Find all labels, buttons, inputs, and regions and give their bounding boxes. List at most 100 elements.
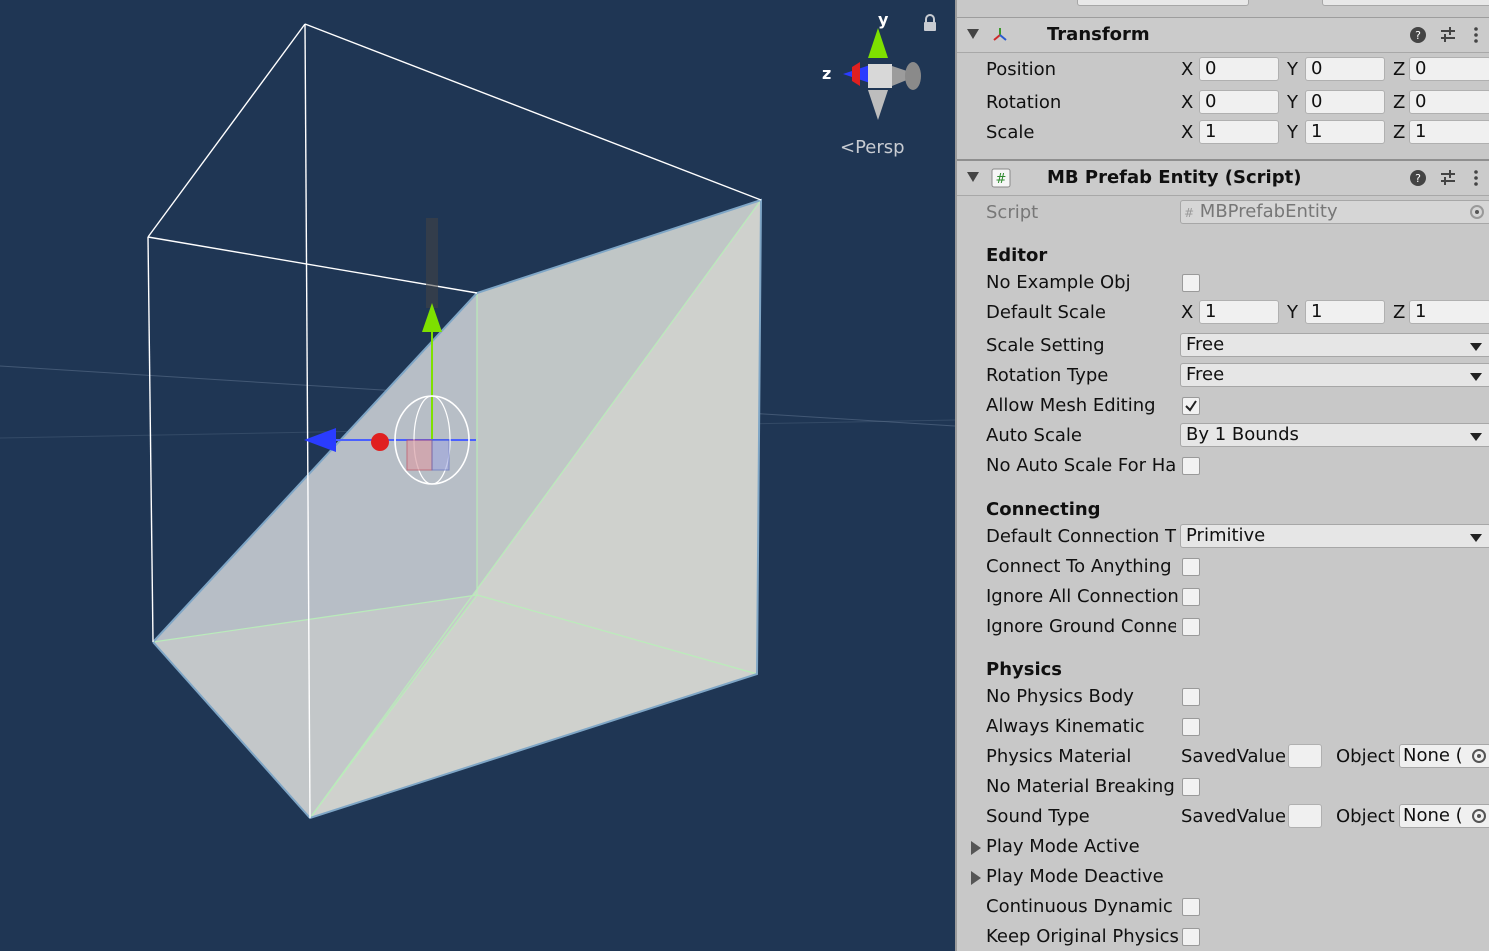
physics-material-object-field[interactable]: None ( bbox=[1399, 744, 1489, 768]
play-mode-deactive-label[interactable]: Play Mode Deactive bbox=[986, 866, 1164, 887]
tag-dropdown[interactable] bbox=[1077, 0, 1249, 6]
default-scale-z-field[interactable]: 1 bbox=[1409, 300, 1489, 324]
play-mode-active-row[interactable]: Play Mode Active bbox=[957, 832, 1489, 862]
lock-icon[interactable] bbox=[922, 14, 938, 32]
auto-scale-dropdown[interactable]: By 1 Bounds bbox=[1180, 423, 1489, 447]
object-label: Object bbox=[1336, 746, 1395, 767]
continuous-dynamic-checkbox[interactable] bbox=[1182, 898, 1200, 916]
transform-title: Transform bbox=[1047, 24, 1150, 45]
object-label: Object bbox=[1336, 806, 1395, 827]
position-label: Position bbox=[986, 59, 1057, 80]
always-kinematic-checkbox[interactable] bbox=[1182, 718, 1200, 736]
transform-icon bbox=[993, 28, 1007, 41]
projection-toggle[interactable]: <Persp bbox=[840, 137, 905, 158]
scale-z-field[interactable]: 1 bbox=[1409, 120, 1489, 144]
physics-material-object-value: None ( bbox=[1403, 745, 1463, 766]
scale-y-field[interactable]: 1 bbox=[1305, 120, 1385, 144]
no-auto-scale-checkbox[interactable] bbox=[1182, 457, 1200, 475]
connect-to-anything-row: Connect To Anything bbox=[957, 552, 1489, 582]
allow-mesh-editing-checkbox[interactable] bbox=[1182, 397, 1200, 415]
help-icon[interactable]: ? bbox=[1409, 26, 1427, 44]
dropdown-arrow-icon bbox=[1470, 343, 1482, 351]
script-file-icon: # bbox=[1184, 206, 1195, 220]
presets-icon[interactable] bbox=[1439, 169, 1457, 187]
default-scale-label: Default Scale bbox=[986, 302, 1106, 323]
object-picker-icon[interactable] bbox=[1472, 749, 1486, 763]
transform-header[interactable]: Transform ? bbox=[957, 17, 1489, 53]
position-x-field[interactable]: 0 bbox=[1199, 57, 1279, 81]
no-example-obj-checkbox[interactable] bbox=[1182, 274, 1200, 292]
ignore-all-connection-checkbox[interactable] bbox=[1182, 588, 1200, 606]
rotation-y-field[interactable]: 0 bbox=[1305, 90, 1385, 114]
connecting-section-title: Connecting bbox=[986, 499, 1101, 520]
sound-type-object-value: None ( bbox=[1403, 805, 1463, 826]
allow-mesh-editing-row: Allow Mesh Editing bbox=[957, 391, 1489, 421]
script-component-title: MB Prefab Entity (Script) bbox=[1047, 167, 1302, 188]
axis-y-label: Y bbox=[1287, 302, 1298, 323]
kebab-menu-icon[interactable] bbox=[1467, 26, 1485, 44]
dropdown-arrow-icon bbox=[1470, 433, 1482, 441]
physics-material-saved-field[interactable] bbox=[1288, 744, 1322, 768]
sound-type-label: Sound Type bbox=[986, 806, 1090, 827]
layer-dropdown[interactable] bbox=[1322, 0, 1489, 6]
sound-type-row: Sound Type SavedValue Object None ( bbox=[957, 802, 1489, 832]
physics-section-title: Physics bbox=[986, 659, 1063, 680]
presets-icon[interactable] bbox=[1439, 26, 1457, 44]
rotation-type-row: Rotation Type Free bbox=[957, 361, 1489, 391]
no-material-breaking-checkbox[interactable] bbox=[1182, 778, 1200, 796]
axis-z-label: Z bbox=[1393, 122, 1406, 143]
foldout-arrow-icon[interactable] bbox=[967, 172, 979, 182]
keep-original-physics-checkbox[interactable] bbox=[1182, 928, 1200, 946]
sound-type-object-field[interactable]: None ( bbox=[1399, 804, 1489, 828]
inspector-panel: Transform ? Position X 0 Y 0 Z 0 Rotatio… bbox=[955, 0, 1489, 951]
help-icon[interactable]: ? bbox=[1409, 169, 1427, 187]
scale-row: Scale X 1 Y 1 Z 1 bbox=[957, 118, 1489, 148]
no-physics-body-checkbox[interactable] bbox=[1182, 688, 1200, 706]
default-scale-row: Default Scale X 1 Y 1 Z 1 bbox=[957, 298, 1489, 328]
position-y-field[interactable]: 0 bbox=[1305, 57, 1385, 81]
scale-setting-dropdown[interactable]: Free bbox=[1180, 333, 1489, 357]
no-physics-body-label: No Physics Body bbox=[986, 686, 1134, 707]
rotation-z-field[interactable]: 0 bbox=[1409, 90, 1489, 114]
projection-label: Persp bbox=[855, 137, 905, 158]
scale-x-field[interactable]: 1 bbox=[1199, 120, 1279, 144]
default-connection-dropdown[interactable]: Primitive bbox=[1180, 524, 1489, 548]
sound-type-saved-field[interactable] bbox=[1288, 804, 1322, 828]
play-mode-deactive-row[interactable]: Play Mode Deactive bbox=[957, 862, 1489, 892]
scale-setting-label: Scale Setting bbox=[986, 335, 1105, 356]
physics-material-row: Physics Material SavedValue Object None … bbox=[957, 742, 1489, 772]
play-mode-active-label[interactable]: Play Mode Active bbox=[986, 836, 1140, 857]
no-auto-scale-row: No Auto Scale For Ha bbox=[957, 451, 1489, 481]
connect-to-anything-checkbox[interactable] bbox=[1182, 558, 1200, 576]
axis-x-label: X bbox=[1181, 122, 1194, 143]
axis-z-label: Z bbox=[1393, 92, 1406, 113]
scene-canvas[interactable] bbox=[0, 0, 955, 951]
axis-x-label: X bbox=[1181, 92, 1194, 113]
rotation-type-dropdown[interactable]: Free bbox=[1180, 363, 1489, 387]
script-component-header[interactable]: # MB Prefab Entity (Script) ? bbox=[957, 159, 1489, 196]
no-material-breaking-row: No Material Breaking bbox=[957, 772, 1489, 802]
keep-original-physics-label: Keep Original Physics bbox=[986, 926, 1179, 947]
expand-arrow-icon[interactable] bbox=[971, 841, 981, 855]
kebab-menu-icon[interactable] bbox=[1467, 169, 1485, 187]
scene-gizmo-icon[interactable] bbox=[815, 10, 935, 125]
ignore-ground-conn-checkbox[interactable] bbox=[1182, 618, 1200, 636]
ignore-ground-conn-label: Ignore Ground Conne bbox=[986, 616, 1176, 637]
rotation-x-field[interactable]: 0 bbox=[1199, 90, 1279, 114]
scale-setting-value: Free bbox=[1186, 334, 1225, 355]
object-picker-icon[interactable] bbox=[1472, 809, 1486, 823]
position-z-field[interactable]: 0 bbox=[1409, 57, 1489, 81]
default-scale-x-field[interactable]: 1 bbox=[1199, 300, 1279, 324]
position-row: Position X 0 Y 0 Z 0 bbox=[957, 55, 1489, 85]
continuous-dynamic-row: Continuous Dynamic bbox=[957, 892, 1489, 922]
svg-text:#: # bbox=[996, 172, 1007, 187]
scene-view[interactable]: y z <Persp bbox=[0, 0, 955, 951]
scale-label: Scale bbox=[986, 122, 1035, 143]
script-field: # MBPrefabEntity bbox=[1180, 200, 1489, 224]
foldout-arrow-icon[interactable] bbox=[967, 29, 979, 39]
no-example-obj-row: No Example Obj bbox=[957, 268, 1489, 298]
rotation-type-label: Rotation Type bbox=[986, 365, 1109, 386]
expand-arrow-icon[interactable] bbox=[971, 871, 981, 885]
axis-x-label: X bbox=[1181, 59, 1194, 80]
default-scale-y-field[interactable]: 1 bbox=[1305, 300, 1385, 324]
